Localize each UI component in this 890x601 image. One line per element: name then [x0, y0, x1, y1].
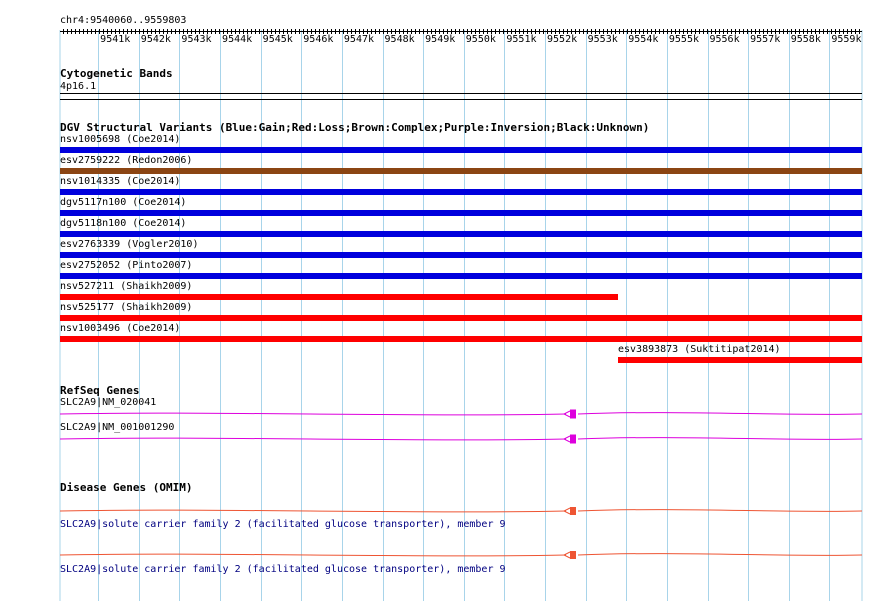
omim-gene-exon: [570, 507, 576, 515]
omim-gene-intron-line: [59, 553, 863, 557]
omim-gene-strand-arrow: [562, 551, 571, 559]
gene-glyphs: [59, 409, 863, 559]
omim-gene-strand-arrow: [562, 507, 571, 515]
refseq-gene-intron-line: [59, 437, 863, 441]
refseq-gene-strand-arrow: [562, 435, 571, 443]
refseq-gene-strand-arrow: [562, 410, 571, 418]
refseq-gene-exon: [570, 434, 576, 444]
omim-gene-exon: [570, 551, 576, 559]
omim-gene-intron-line: [59, 509, 863, 513]
refseq-gene-intron-line: [59, 412, 863, 416]
refseq-gene-exon: [570, 409, 576, 419]
